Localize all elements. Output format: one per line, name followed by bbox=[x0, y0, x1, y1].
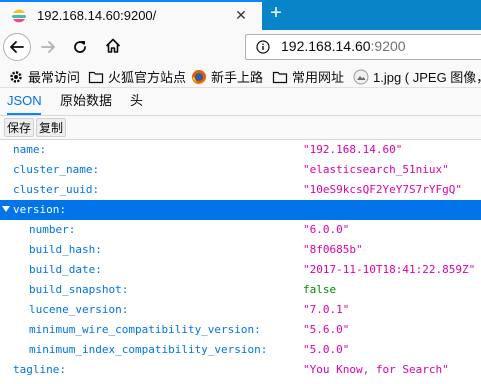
json-value: "You Know, for Search" bbox=[303, 363, 449, 376]
home-button[interactable] bbox=[104, 37, 122, 55]
json-row[interactable]: build_hash: "8f0685b" bbox=[0, 240, 481, 260]
json-row[interactable]: name: "192.168.14.60" bbox=[0, 140, 481, 160]
bookmark-most-visited[interactable]: 最常访问 bbox=[8, 67, 80, 85]
bookmarks-toolbar: 最常访问 火狐官方站点 新手上路 常用网址 1.jpg (JPEG 图像， bbox=[0, 64, 481, 88]
json-key: version: bbox=[13, 203, 66, 216]
json-value: "elasticsearch_51niux" bbox=[303, 163, 449, 176]
json-key: number: bbox=[29, 223, 76, 236]
json-value: "6.0.0" bbox=[303, 223, 350, 236]
reload-button[interactable] bbox=[71, 38, 89, 56]
json-row[interactable]: cluster_uuid: "10eS9kcsQF2YeY7S7rYFgQ" bbox=[0, 180, 481, 200]
tab-raw-data[interactable]: 原始数据 bbox=[60, 88, 112, 115]
home-icon bbox=[105, 38, 121, 53]
json-value: "2017-11-10T18:41:22.859Z" bbox=[303, 263, 476, 276]
json-value: "192.168.14.60" bbox=[303, 143, 403, 156]
bookmark-label: 最常访问 bbox=[28, 70, 81, 85]
save-button[interactable]: 保存 bbox=[4, 118, 35, 137]
json-value: "10eS9kcsQF2YeY7S7rYFgQ" bbox=[303, 183, 462, 196]
json-row[interactable]: build_date: "2017-11-10T18:41:22.859Z" bbox=[0, 260, 481, 280]
json-value: "5.0.0" bbox=[303, 343, 350, 356]
firefox-icon bbox=[191, 69, 207, 85]
json-row[interactable]: minimum_wire_compatibility_version: "5.6.… bbox=[0, 320, 481, 340]
image-icon bbox=[353, 69, 369, 85]
json-key: minimum_index_compatibility_version: bbox=[29, 343, 268, 356]
json-key: name: bbox=[13, 143, 47, 156]
bookmark-label: 常用网址 bbox=[292, 70, 345, 85]
bookmark-label: 火狐官方站点 bbox=[108, 70, 187, 85]
json-row[interactable]: cluster_name: "elasticsearch_51niux" bbox=[0, 160, 481, 180]
json-value: "8f0685b" bbox=[303, 243, 363, 256]
forward-button[interactable] bbox=[39, 38, 57, 56]
json-key: cluster_name: bbox=[13, 163, 100, 176]
tab-strip: 192.168.14.60:9200/ ✕ + bbox=[0, 0, 481, 30]
json-toolbar: 保存 复制 bbox=[0, 116, 481, 140]
json-key: minimum_wire_compatibility_version: bbox=[29, 323, 261, 336]
json-row[interactable]: number: "6.0.0" bbox=[0, 220, 481, 240]
json-row[interactable]: tagline: "You Know, for Search" bbox=[0, 360, 481, 380]
json-key: lucene_version: bbox=[29, 303, 129, 316]
json-key: build_hash: bbox=[29, 243, 102, 256]
json-key: build_snapshot: bbox=[29, 283, 129, 296]
json-row[interactable]: minimum_index_compatibility_version: "5.0… bbox=[0, 340, 481, 360]
back-button[interactable] bbox=[3, 33, 31, 61]
json-key: tagline: bbox=[13, 363, 66, 376]
url-text[interactable]: 192.168.14.60:9200 bbox=[281, 38, 406, 54]
url-host: 192.168.14.60 bbox=[281, 38, 371, 54]
navigation-bar: 192.168.14.60:9200 bbox=[0, 30, 481, 64]
json-value: false bbox=[303, 283, 337, 296]
folder-icon bbox=[272, 69, 288, 85]
json-tree: name: "192.168.14.60" cluster_name: "elasti… bbox=[0, 140, 481, 384]
json-value: "5.6.0" bbox=[303, 323, 350, 336]
json-value: "7.0.1" bbox=[303, 303, 350, 316]
back-arrow-icon bbox=[10, 41, 24, 53]
url-port: :9200 bbox=[370, 38, 406, 54]
json-viewer-tabs: JSON 原始数据 头 bbox=[0, 88, 481, 116]
close-icon[interactable]: ✕ bbox=[233, 7, 249, 23]
tab-json[interactable]: JSON bbox=[7, 88, 42, 115]
expand-toggle-icon[interactable] bbox=[2, 206, 10, 212]
bookmark-jpeg-image[interactable]: 1.jpg ( JPEG 图像， bbox=[353, 67, 481, 85]
bookmark-label: 1.jpg ( JPEG 图像， bbox=[373, 70, 481, 85]
bookmark-label: 新手上路 bbox=[211, 70, 264, 85]
bookmark-firefox-official[interactable]: 火狐官方站点 bbox=[88, 67, 186, 85]
json-key: cluster_uuid: bbox=[13, 183, 100, 196]
url-bar[interactable]: 192.168.14.60:9200 bbox=[245, 34, 481, 60]
json-row[interactable]: build_snapshot: false bbox=[0, 280, 481, 300]
gear-icon bbox=[8, 69, 24, 85]
bookmark-common-sites[interactable]: 常用网址 bbox=[272, 67, 344, 85]
forward-arrow-icon bbox=[41, 41, 55, 53]
json-key: build_date: bbox=[29, 263, 102, 276]
json-object-row[interactable]: version: bbox=[0, 200, 481, 220]
site-info-icon[interactable] bbox=[256, 40, 270, 54]
elastic-favicon-icon bbox=[11, 8, 27, 24]
browser-tab[interactable]: 192.168.14.60:9200/ ✕ bbox=[0, 0, 262, 30]
tab-title: 192.168.14.60:9200/ bbox=[37, 8, 157, 23]
reload-icon bbox=[74, 41, 86, 53]
copy-button[interactable]: 复制 bbox=[36, 118, 67, 137]
new-tab-button[interactable]: + bbox=[265, 3, 287, 25]
tab-headers[interactable]: 头 bbox=[130, 88, 143, 115]
json-row[interactable]: lucene_version: "7.0.1" bbox=[0, 300, 481, 320]
bookmark-getting-started[interactable]: 新手上路 bbox=[191, 67, 263, 85]
folder-icon bbox=[88, 69, 104, 85]
